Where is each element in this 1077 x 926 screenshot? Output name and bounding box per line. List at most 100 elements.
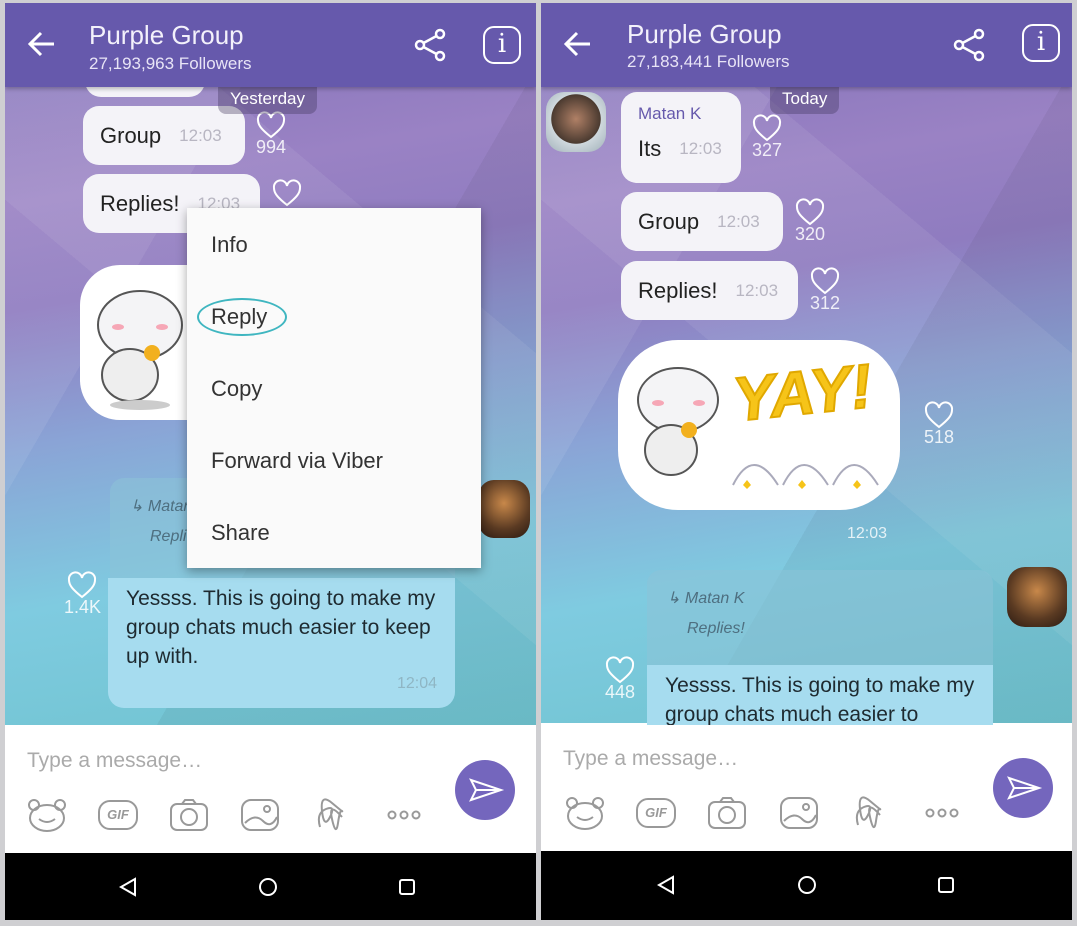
message-time: 12:03 — [179, 125, 222, 145]
sticker-bear-icon[interactable] — [565, 795, 605, 831]
heart-icon — [924, 401, 954, 429]
android-nav-bar — [541, 851, 1072, 918]
sticker-text: YAY! — [729, 351, 876, 436]
heart-icon — [605, 656, 635, 684]
gallery-icon[interactable] — [240, 797, 280, 833]
info-icon[interactable]: i — [483, 26, 521, 64]
heart-icon — [272, 179, 302, 207]
phone-left: Yesterday Group 12:03 994 Replies! 12:03… — [5, 3, 536, 920]
back-arrow-icon[interactable] — [27, 27, 57, 61]
avatar[interactable] — [1007, 567, 1067, 627]
cat-sticker-icon — [637, 367, 719, 476]
nav-recents-icon[interactable] — [398, 878, 416, 896]
menu-item-forward[interactable]: Forward via Viber — [211, 448, 383, 474]
more-icon[interactable] — [922, 795, 962, 831]
more-icon[interactable] — [384, 797, 424, 833]
gif-icon[interactable]: GIF — [98, 800, 138, 830]
reply-message[interactable]: Yessss. This is going to make my group c… — [108, 578, 455, 708]
like-button[interactable]: 320 — [792, 198, 828, 245]
chat-area: Today Matan K Its 12:03 327 Group 12:03 … — [541, 3, 1072, 725]
followers-count: 27,193,963 Followers — [89, 54, 252, 73]
gif-icon[interactable]: GIF — [636, 798, 676, 828]
message-composer: Type a message… GIF — [541, 723, 1072, 851]
menu-item-copy[interactable]: Copy — [211, 376, 262, 402]
like-count: 312 — [809, 293, 841, 313]
like-count: 448 — [604, 682, 636, 702]
nav-home-icon[interactable] — [797, 875, 817, 895]
message-bubble[interactable]: Group 12:03 — [621, 192, 783, 251]
message-bubble[interactable]: Group 12:03 — [83, 106, 245, 165]
group-title[interactable]: Purple Group — [627, 19, 782, 50]
date-chip: Yesterday — [218, 86, 317, 114]
message-text: Group — [100, 122, 162, 148]
like-button[interactable]: 1.4K — [64, 571, 102, 618]
camera-icon[interactable] — [169, 797, 209, 833]
share-icon[interactable] — [413, 28, 447, 62]
doodle-icon[interactable] — [312, 797, 352, 833]
like-count: 1.4K — [64, 597, 102, 617]
message-time: 12:03 — [679, 139, 722, 158]
like-button[interactable] — [269, 179, 305, 207]
avatar[interactable] — [546, 92, 606, 152]
context-menu: Info Reply Copy Forward via Viber Share — [187, 208, 481, 568]
message-input[interactable]: Type a message… — [27, 749, 202, 773]
followers-count: 27,183,441 Followers — [627, 52, 790, 71]
date-chip: Today — [770, 86, 840, 114]
group-title[interactable]: Purple Group — [89, 20, 244, 51]
nav-recents-icon[interactable] — [937, 876, 955, 894]
nav-back-icon[interactable] — [118, 877, 138, 897]
message-bubble[interactable]: Replies! 12:03 — [621, 261, 798, 320]
info-icon[interactable]: i — [1022, 24, 1060, 62]
like-count: 518 — [923, 427, 955, 447]
sender-name: Matan K — [638, 104, 702, 123]
phone-right: Today Matan K Its 12:03 327 Group 12:03 … — [541, 3, 1072, 920]
like-count: 327 — [751, 140, 783, 160]
share-icon[interactable] — [952, 28, 986, 62]
nav-home-icon[interactable] — [258, 877, 278, 897]
sticker-time: 12:03 — [847, 525, 888, 542]
message-time: 12:03 — [717, 211, 760, 231]
back-arrow-icon[interactable] — [563, 27, 593, 61]
nav-back-icon[interactable] — [656, 875, 676, 895]
reply-quote[interactable]: ↳ Matan K Replies! — [647, 570, 993, 665]
menu-item-info[interactable]: Info — [211, 232, 248, 258]
chat-header: Purple Group 27,183,441 Followers i — [541, 3, 1072, 87]
message-time: 12:04 — [396, 675, 437, 692]
heart-icon — [795, 198, 825, 226]
reply-message[interactable]: Yessss. This is going to make my group c… — [647, 665, 993, 725]
heart-icon — [256, 111, 286, 139]
message-text: Yessss. This is going to make my group c… — [665, 674, 975, 725]
heart-icon — [752, 114, 782, 142]
like-count: 994 — [255, 137, 287, 157]
menu-item-reply[interactable]: Reply — [211, 304, 267, 330]
heart-icon — [810, 267, 840, 295]
send-icon — [1007, 776, 1043, 800]
message-text: Yessss. This is going to make my group c… — [126, 587, 436, 668]
message-composer: Type a message… GIF — [5, 725, 536, 853]
message-text: Group — [638, 208, 700, 234]
message-bubble[interactable]: Matan K Its 12:03 — [621, 92, 741, 183]
avatar[interactable] — [478, 480, 530, 538]
send-icon — [469, 778, 505, 802]
heart-icon — [67, 571, 97, 599]
like-button[interactable]: 448 — [602, 656, 638, 703]
doodle-icon[interactable] — [850, 795, 890, 831]
like-button[interactable]: 994 — [253, 111, 289, 158]
like-button[interactable]: 518 — [921, 401, 957, 448]
like-button[interactable]: 312 — [807, 267, 843, 314]
send-button[interactable] — [455, 760, 515, 820]
quoted-sender: ↳ Matan K — [667, 590, 745, 607]
message-input[interactable]: Type a message… — [563, 747, 738, 771]
menu-item-share[interactable]: Share — [211, 520, 270, 546]
chat-area: Yesterday Group 12:03 994 Replies! 12:03… — [5, 3, 536, 725]
sticker-message[interactable]: YAY! — [618, 340, 900, 510]
quoted-text: Replies! — [687, 620, 745, 637]
gallery-icon[interactable] — [779, 795, 819, 831]
message-text: Its — [638, 136, 662, 161]
send-button[interactable] — [993, 758, 1053, 818]
chat-header: Purple Group 27,193,963 Followers i — [5, 3, 536, 87]
android-nav-bar — [5, 853, 536, 920]
like-button[interactable]: 327 — [749, 114, 785, 161]
camera-icon[interactable] — [707, 795, 747, 831]
sticker-bear-icon[interactable] — [27, 797, 67, 833]
